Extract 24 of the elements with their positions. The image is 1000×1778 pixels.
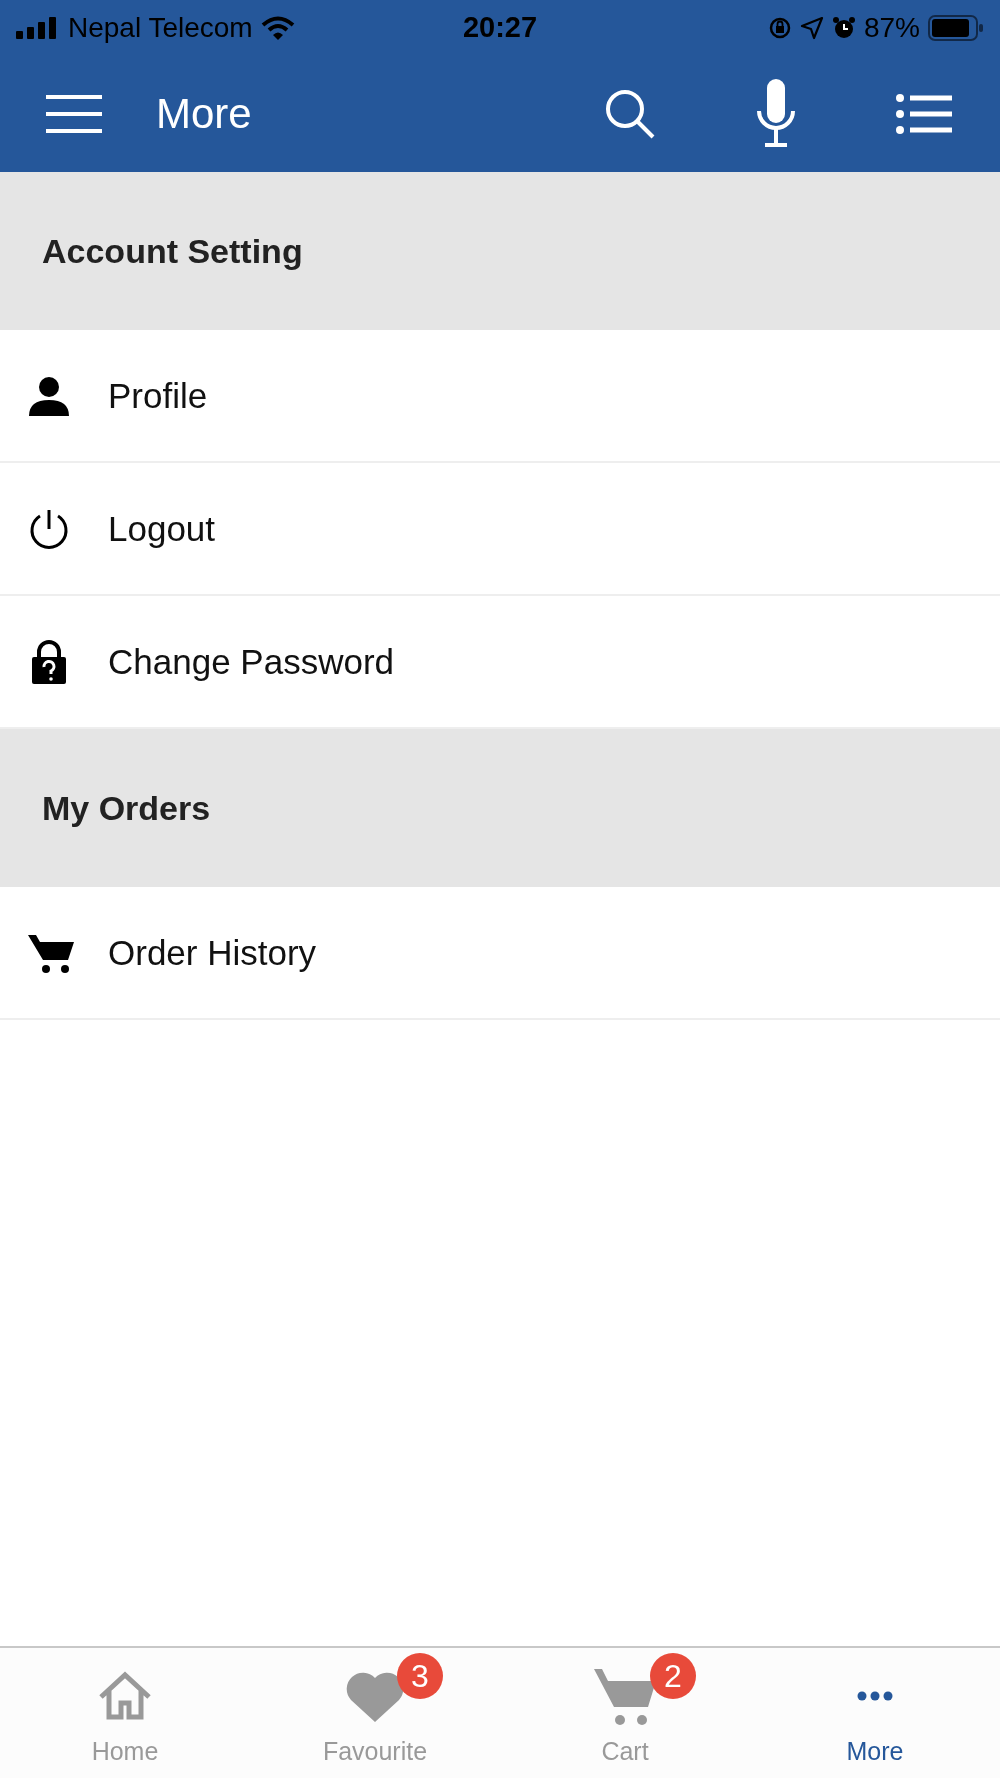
- list-view-button[interactable]: [896, 93, 952, 134]
- status-time: 20:27: [462, 11, 538, 44]
- wifi-icon: [260, 15, 295, 40]
- home-icon: [97, 1671, 153, 1721]
- count-badge: 3: [397, 1653, 443, 1699]
- section-header: Account Setting: [0, 172, 1000, 330]
- menu-button[interactable]: [46, 94, 102, 133]
- page-title: More: [156, 89, 253, 138]
- location-arrow-icon: [799, 15, 824, 40]
- tab[interactable]: 2 Cart: [500, 1648, 750, 1778]
- tab[interactable]: More: [750, 1648, 1000, 1778]
- count-badge: 2: [650, 1653, 696, 1699]
- battery-percent: 87%: [863, 11, 920, 44]
- tab[interactable]: 3 Favourite: [250, 1648, 500, 1778]
- microphone-button[interactable]: [756, 78, 796, 149]
- section-header: My Orders: [0, 729, 1000, 887]
- more-dots-icon: [857, 1691, 893, 1701]
- carrier-name: Nepal Telecom: [68, 11, 253, 44]
- alarm-icon: [831, 15, 856, 40]
- rotation-lock-icon: [767, 15, 792, 40]
- person-icon: [28, 375, 70, 416]
- power-icon: [28, 507, 70, 550]
- battery-icon: [928, 14, 984, 41]
- search-button[interactable]: [604, 87, 656, 140]
